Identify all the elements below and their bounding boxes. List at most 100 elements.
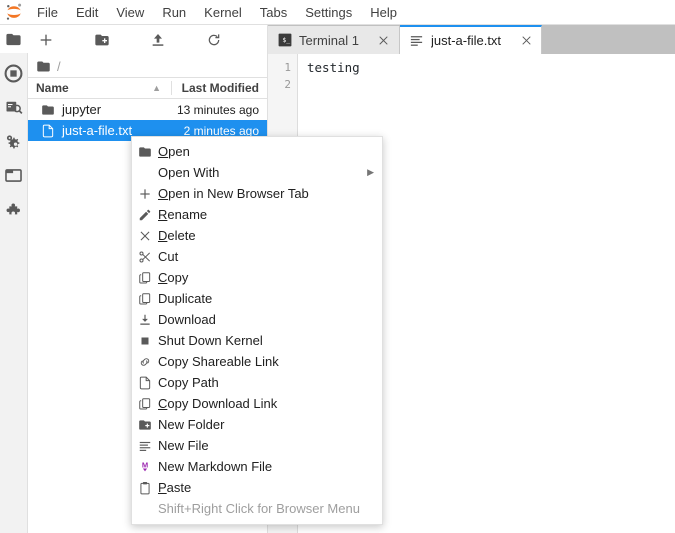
file-list-item-name: jupyter — [58, 102, 167, 117]
context-menu-new-file[interactable]: New File — [132, 435, 382, 456]
menu-bar: FileEditViewRunKernelTabsSettingsHelp — [0, 0, 675, 25]
context-menu-open[interactable]: Open — [132, 141, 382, 162]
menu-file[interactable]: File — [28, 0, 67, 25]
context-menu-open-with[interactable]: Open With▶ — [132, 162, 382, 183]
jupyterlab-window: FileEditViewRunKernelTabsSettingsHelp — [0, 0, 675, 533]
context-menu-cut[interactable]: Cut — [132, 246, 382, 267]
context-menu-copy-path[interactable]: Copy Path — [132, 372, 382, 393]
breadcrumb[interactable]: / — [28, 55, 267, 77]
context-menu-copy-download-link[interactable]: Copy Download Link — [132, 393, 382, 414]
context-menu-new-markdown-file-label: New Markdown File — [158, 459, 374, 474]
file-context-menu: OpenOpen With▶Open in New Browser TabRen… — [131, 136, 383, 525]
context-menu-open-with-label: Open With — [158, 165, 359, 180]
context-menu-open-in-new-browser-tab[interactable]: Open in New Browser Tab — [132, 183, 382, 204]
tab-close-icon[interactable] — [517, 32, 535, 50]
context-menu-new-folder[interactable]: New Folder — [132, 414, 382, 435]
context-menu-new-folder-label: New Folder — [158, 417, 374, 432]
command-palette-icon — [5, 98, 23, 116]
context-menu-rename-label: Rename — [158, 207, 374, 222]
new-launcher-button[interactable] — [32, 28, 60, 52]
context-menu-copy-path-label: Copy Path — [158, 375, 374, 390]
menu-edit[interactable]: Edit — [67, 0, 107, 25]
tab-just-a-file-txt[interactable]: just-a-file.txt — [400, 25, 542, 54]
line-number: 1 — [268, 59, 297, 76]
folder-icon — [5, 31, 22, 48]
context-menu-copy-download-link-label: Copy Download Link — [158, 396, 374, 411]
menu-run[interactable]: Run — [153, 0, 195, 25]
clipboard-icon — [132, 481, 158, 495]
copy-icon — [132, 397, 158, 411]
context-menu-copy[interactable]: Copy — [132, 267, 382, 288]
folder-icon — [38, 103, 58, 117]
extension-manager-icon — [4, 200, 23, 219]
editor-line — [307, 76, 675, 93]
sidebar-item-file-browser[interactable] — [0, 25, 28, 53]
context-menu-new-markdown-file[interactable]: M New Markdown File — [132, 456, 382, 477]
refresh-file-list-button[interactable] — [200, 28, 228, 52]
tab-bar: $_Terminal 1 just-a-file.txt — [268, 25, 675, 54]
new-folder-icon — [94, 32, 110, 48]
link-icon — [132, 355, 158, 369]
sidebar-item-open-tabs[interactable] — [0, 161, 28, 189]
none — [132, 166, 158, 180]
tab-terminal-1[interactable]: $_Terminal 1 — [268, 26, 400, 54]
tab-close-icon[interactable] — [375, 31, 393, 49]
menu-help[interactable]: Help — [361, 0, 406, 25]
download-icon — [132, 313, 158, 327]
menu-view[interactable]: View — [107, 0, 153, 25]
breadcrumb-root-path[interactable]: / — [57, 59, 61, 74]
context-menu-download[interactable]: Download — [132, 309, 382, 330]
context-menu-copy-shareable-link-label: Copy Shareable Link — [158, 354, 374, 369]
menu-tabs[interactable]: Tabs — [251, 0, 296, 25]
chevron-right-icon: ▶ — [359, 167, 374, 178]
pencil-icon — [132, 208, 158, 222]
column-header-name[interactable]: Name ▲ — [28, 81, 171, 95]
context-menu-copy-shareable-link[interactable]: Copy Shareable Link — [132, 351, 382, 372]
text-editor-icon — [409, 33, 425, 49]
context-menu-paste[interactable]: Paste — [132, 477, 382, 498]
context-menu-browser-hint: Shift+Right Click for Browser Menu — [132, 498, 382, 519]
context-menu-download-label: Download — [158, 312, 374, 327]
context-menu-paste-label: Paste — [158, 480, 374, 495]
file-browser-toolbar — [28, 25, 267, 55]
copy-icon — [132, 271, 158, 285]
plus-icon — [38, 32, 54, 48]
editor-line: testing — [307, 59, 675, 76]
file-list-header: Name ▲ Last Modified — [28, 77, 267, 99]
sidebar-item-property-inspector[interactable] — [0, 127, 28, 155]
context-menu-delete[interactable]: Delete — [132, 225, 382, 246]
markdown-icon: M — [132, 460, 158, 474]
context-menu-duplicate[interactable]: Duplicate — [132, 288, 382, 309]
context-menu-shut-down-kernel-label: Shut Down Kernel — [158, 333, 374, 348]
context-menu-shut-down-kernel[interactable]: Shut Down Kernel — [132, 330, 382, 351]
context-menu-cut-label: Cut — [158, 249, 374, 264]
context-menu-new-file-label: New File — [158, 438, 374, 453]
context-menu-delete-label: Delete — [158, 228, 374, 243]
sidebar-item-extension-manager[interactable] — [0, 195, 28, 223]
context-menu-rename[interactable]: Rename — [132, 204, 382, 225]
file-list-item[interactable]: jupyter13 minutes ago — [28, 99, 267, 120]
menu-settings[interactable]: Settings — [296, 0, 361, 25]
menu-kernel[interactable]: Kernel — [195, 0, 251, 25]
column-header-last-modified[interactable]: Last Modified — [171, 81, 267, 95]
sort-ascending-caret-icon: ▲ — [152, 83, 161, 93]
file-list-item-last-modified: 13 minutes ago — [167, 103, 267, 117]
sidebar-item-running-terminals[interactable] — [0, 59, 28, 87]
svg-text:M: M — [142, 460, 148, 469]
new-folder-button[interactable] — [88, 28, 116, 52]
sidebar-item-command-palette[interactable] — [0, 93, 28, 121]
property-inspector-icon — [4, 132, 23, 151]
column-header-name-label: Name — [36, 81, 69, 95]
file-icon — [132, 376, 158, 390]
tab-label: just-a-file.txt — [431, 33, 501, 48]
upload-icon — [150, 32, 166, 48]
context-menu-browser-hint-label: Shift+Right Click for Browser Menu — [158, 501, 374, 516]
upload-files-button[interactable] — [144, 28, 172, 52]
context-menu-duplicate-label: Duplicate — [158, 291, 374, 306]
plus-icon — [132, 187, 158, 201]
activity-sidebar — [0, 25, 28, 533]
folder-icon — [36, 59, 51, 74]
scissors-icon — [132, 250, 158, 264]
text-editor-icon — [132, 439, 158, 453]
context-menu-open-in-new-browser-tab-label: Open in New Browser Tab — [158, 186, 374, 201]
